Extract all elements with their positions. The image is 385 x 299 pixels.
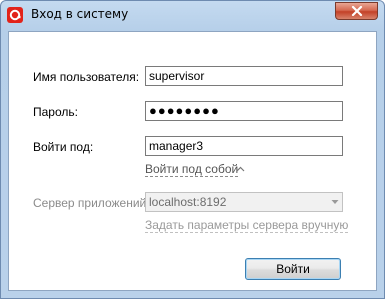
chevron-down-icon [331,200,339,204]
login-as-input[interactable]: manager3 [145,136,343,156]
server-label: Сервер приложений: [33,196,150,210]
login-button[interactable]: Войти [245,258,341,280]
password-input[interactable]: ●●●●●●●● [145,101,343,121]
app-logo-icon [7,7,23,23]
close-icon [351,6,362,16]
username-input[interactable]: supervisor [145,66,343,86]
login-form-panel: Имя пользователя: supervisor Пароль: ●●●… [8,31,377,291]
password-label: Пароль: [33,105,78,119]
username-label: Имя пользователя: [33,70,140,84]
login-dialog-window: Вход в систему Имя пользователя: supervi… [0,0,385,299]
login-self-link[interactable]: Войти под собой [145,162,239,177]
close-button[interactable] [335,2,378,20]
server-select[interactable]: localhost:8192 [145,192,343,212]
window-title: Вход в систему [31,7,129,21]
server-params-link[interactable]: Задать параметры сервера вручную [145,218,349,233]
chevron-up-icon[interactable] [236,166,245,172]
server-select-value: localhost:8192 [149,195,227,209]
login-as-label: Войти под: [33,140,94,154]
